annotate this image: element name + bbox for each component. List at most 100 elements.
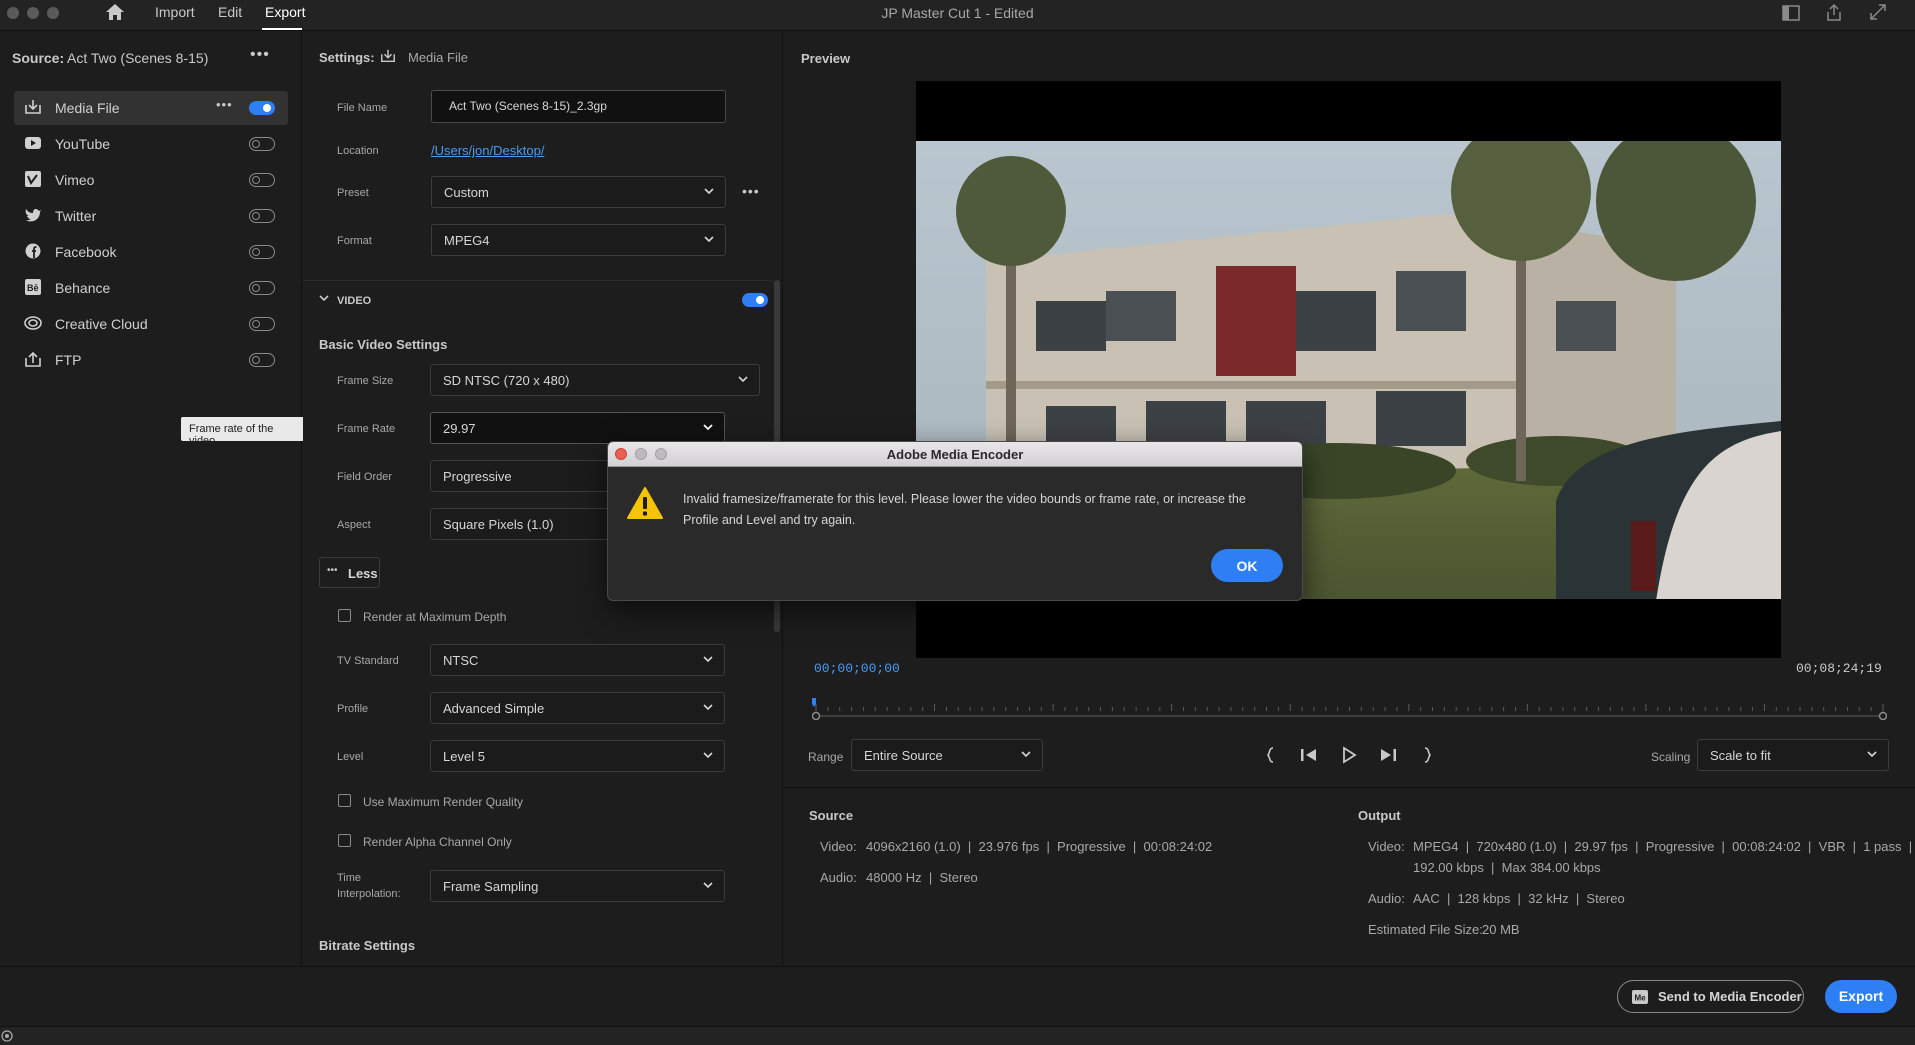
title-bar: Import Edit Export JP Master Cut 1 - Edi… [0,0,1915,31]
source-name: Act Two (Scenes 8-15) [67,50,209,66]
chevron-down-icon [704,236,714,243]
send-button-label: Send to Media Encoder [1658,989,1802,1004]
source-video-key: Video: [820,839,857,854]
preset-more-options-icon[interactable]: ••• [742,183,760,199]
location-label: Location [337,145,379,157]
download-icon [381,49,395,63]
chevron-down-icon [703,752,713,759]
mark-out-icon[interactable] [1415,744,1439,766]
chevron-down-icon [704,188,714,195]
tv-standard-dropdown[interactable]: NTSC [430,644,725,676]
render-alpha-checkbox[interactable] [338,834,351,847]
panel-layout-icon[interactable] [1780,3,1802,23]
menu-import[interactable]: Import [155,4,195,20]
level-label: Level [337,751,364,763]
twitter-icon [25,209,41,222]
destination-toggle[interactable] [249,353,275,367]
ftp-icon [25,351,41,367]
bitrate-settings-heading: Bitrate Settings [319,938,416,953]
output-video-value-line2: 192.00 kbps | Max 384.00 kbps [1413,860,1601,875]
destination-toggle[interactable] [249,209,275,223]
step-forward-icon[interactable] [1376,744,1400,766]
destination-toggle[interactable] [249,281,275,295]
destination-label: YouTube [55,136,111,152]
collapse-chevron-icon[interactable] [318,292,330,304]
home-icon[interactable] [104,2,126,22]
frame-rate-dropdown[interactable]: 29.97 [430,412,725,444]
preset-value: Custom [444,185,489,200]
format-dropdown[interactable]: MPEG4 [431,224,726,256]
destination-toggle[interactable] [249,101,275,115]
share-icon[interactable] [1823,3,1845,23]
chevron-down-icon [703,656,713,663]
destination-behance[interactable]: Bē Behance [14,271,288,305]
status-icon[interactable] [1,1030,13,1042]
max-render-quality-checkbox[interactable] [338,794,351,807]
mark-in-icon[interactable] [1259,744,1283,766]
preview-label: Preview [801,51,851,66]
export-button[interactable]: Export [1825,980,1897,1013]
destination-label: Vimeo [55,172,95,188]
destination-toggle[interactable] [249,317,275,331]
settings-destination: Media File [408,50,468,65]
tv-standard-label: TV Standard [337,655,399,667]
format-value: MPEG4 [444,233,490,248]
file-name-field[interactable]: Act Two (Scenes 8-15)_2.3gp [431,90,726,123]
active-tab-indicator [262,28,302,30]
timeline-scrubber[interactable] [812,690,1887,720]
destination-ftp[interactable]: FTP [14,343,288,377]
frame-size-label: Frame Size [337,375,394,387]
less-button[interactable]: ••• Less [319,557,380,588]
frame-size-dropdown[interactable]: SD NTSC (720 x 480) [430,364,760,396]
render-max-depth-checkbox[interactable] [338,609,351,622]
window-minimize-button[interactable] [27,7,39,19]
timecode-start: 00;00;00;00 [814,661,900,676]
source-audio-value: 48000 Hz | Stereo [866,870,978,885]
level-value: Level 5 [443,749,485,764]
more-dots-icon: ••• [327,565,338,576]
step-back-icon[interactable] [1297,744,1321,766]
range-value: Entire Source [864,748,943,763]
destination-creative-cloud[interactable]: Creative Cloud [14,307,288,341]
window-zoom-button[interactable] [47,7,59,19]
play-icon[interactable] [1337,744,1361,766]
scaling-label: Scaling [1651,750,1691,764]
location-link[interactable]: /Users/jon/Desktop/ [431,143,544,158]
output-summary-heading: Output [1358,808,1401,823]
summary-divider [784,787,1915,788]
destination-toggle[interactable] [249,137,275,151]
dialog-message: Invalid framesize/framerate for this lev… [683,492,1246,527]
source-more-options-icon[interactable]: ••• [250,46,270,64]
video-toggle[interactable] [742,293,768,307]
level-dropdown[interactable]: Level 5 [430,740,725,772]
destination-twitter[interactable]: Twitter [14,199,288,233]
destination-more-icon[interactable]: ••• [216,97,233,112]
destination-media-file[interactable]: Media File ••• [14,91,288,125]
timecode-end: 00;08;24;19 [1796,661,1882,676]
dialog-title: Adobe Media Encoder [886,447,1024,462]
menu-export[interactable]: Export [265,4,305,20]
dialog-title-bar: Adobe Media Encoder [608,442,1302,467]
frame-rate-tooltip: Frame rate of the video. [181,417,306,447]
window-close-button[interactable] [7,7,19,19]
time-interpolation-dropdown[interactable]: Frame Sampling [430,870,725,902]
scaling-dropdown[interactable]: Scale to fit [1697,739,1889,771]
destination-toggle[interactable] [249,245,275,259]
range-dropdown[interactable]: Entire Source [851,739,1043,771]
preset-dropdown[interactable]: Custom [431,176,726,208]
file-name-label: File Name [337,102,388,114]
destination-label: Behance [55,280,111,296]
status-bar [0,1026,1915,1045]
fullscreen-icon[interactable] [1867,3,1889,23]
ok-button-label: OK [1236,558,1258,574]
destination-facebook[interactable]: Facebook [14,235,288,269]
render-max-depth-label: Render at Maximum Depth [363,610,507,624]
destination-youtube[interactable]: YouTube [14,127,288,161]
profile-dropdown[interactable]: Advanced Simple [430,692,725,724]
send-to-media-encoder-button[interactable]: Me Send to Media Encoder [1617,980,1804,1013]
menu-edit[interactable]: Edit [218,4,242,20]
destination-vimeo[interactable]: Vimeo [14,163,288,197]
dialog-ok-button[interactable]: OK [1211,549,1283,582]
estimated-size-value: 20 MB [1482,922,1520,937]
destination-toggle[interactable] [249,173,275,187]
